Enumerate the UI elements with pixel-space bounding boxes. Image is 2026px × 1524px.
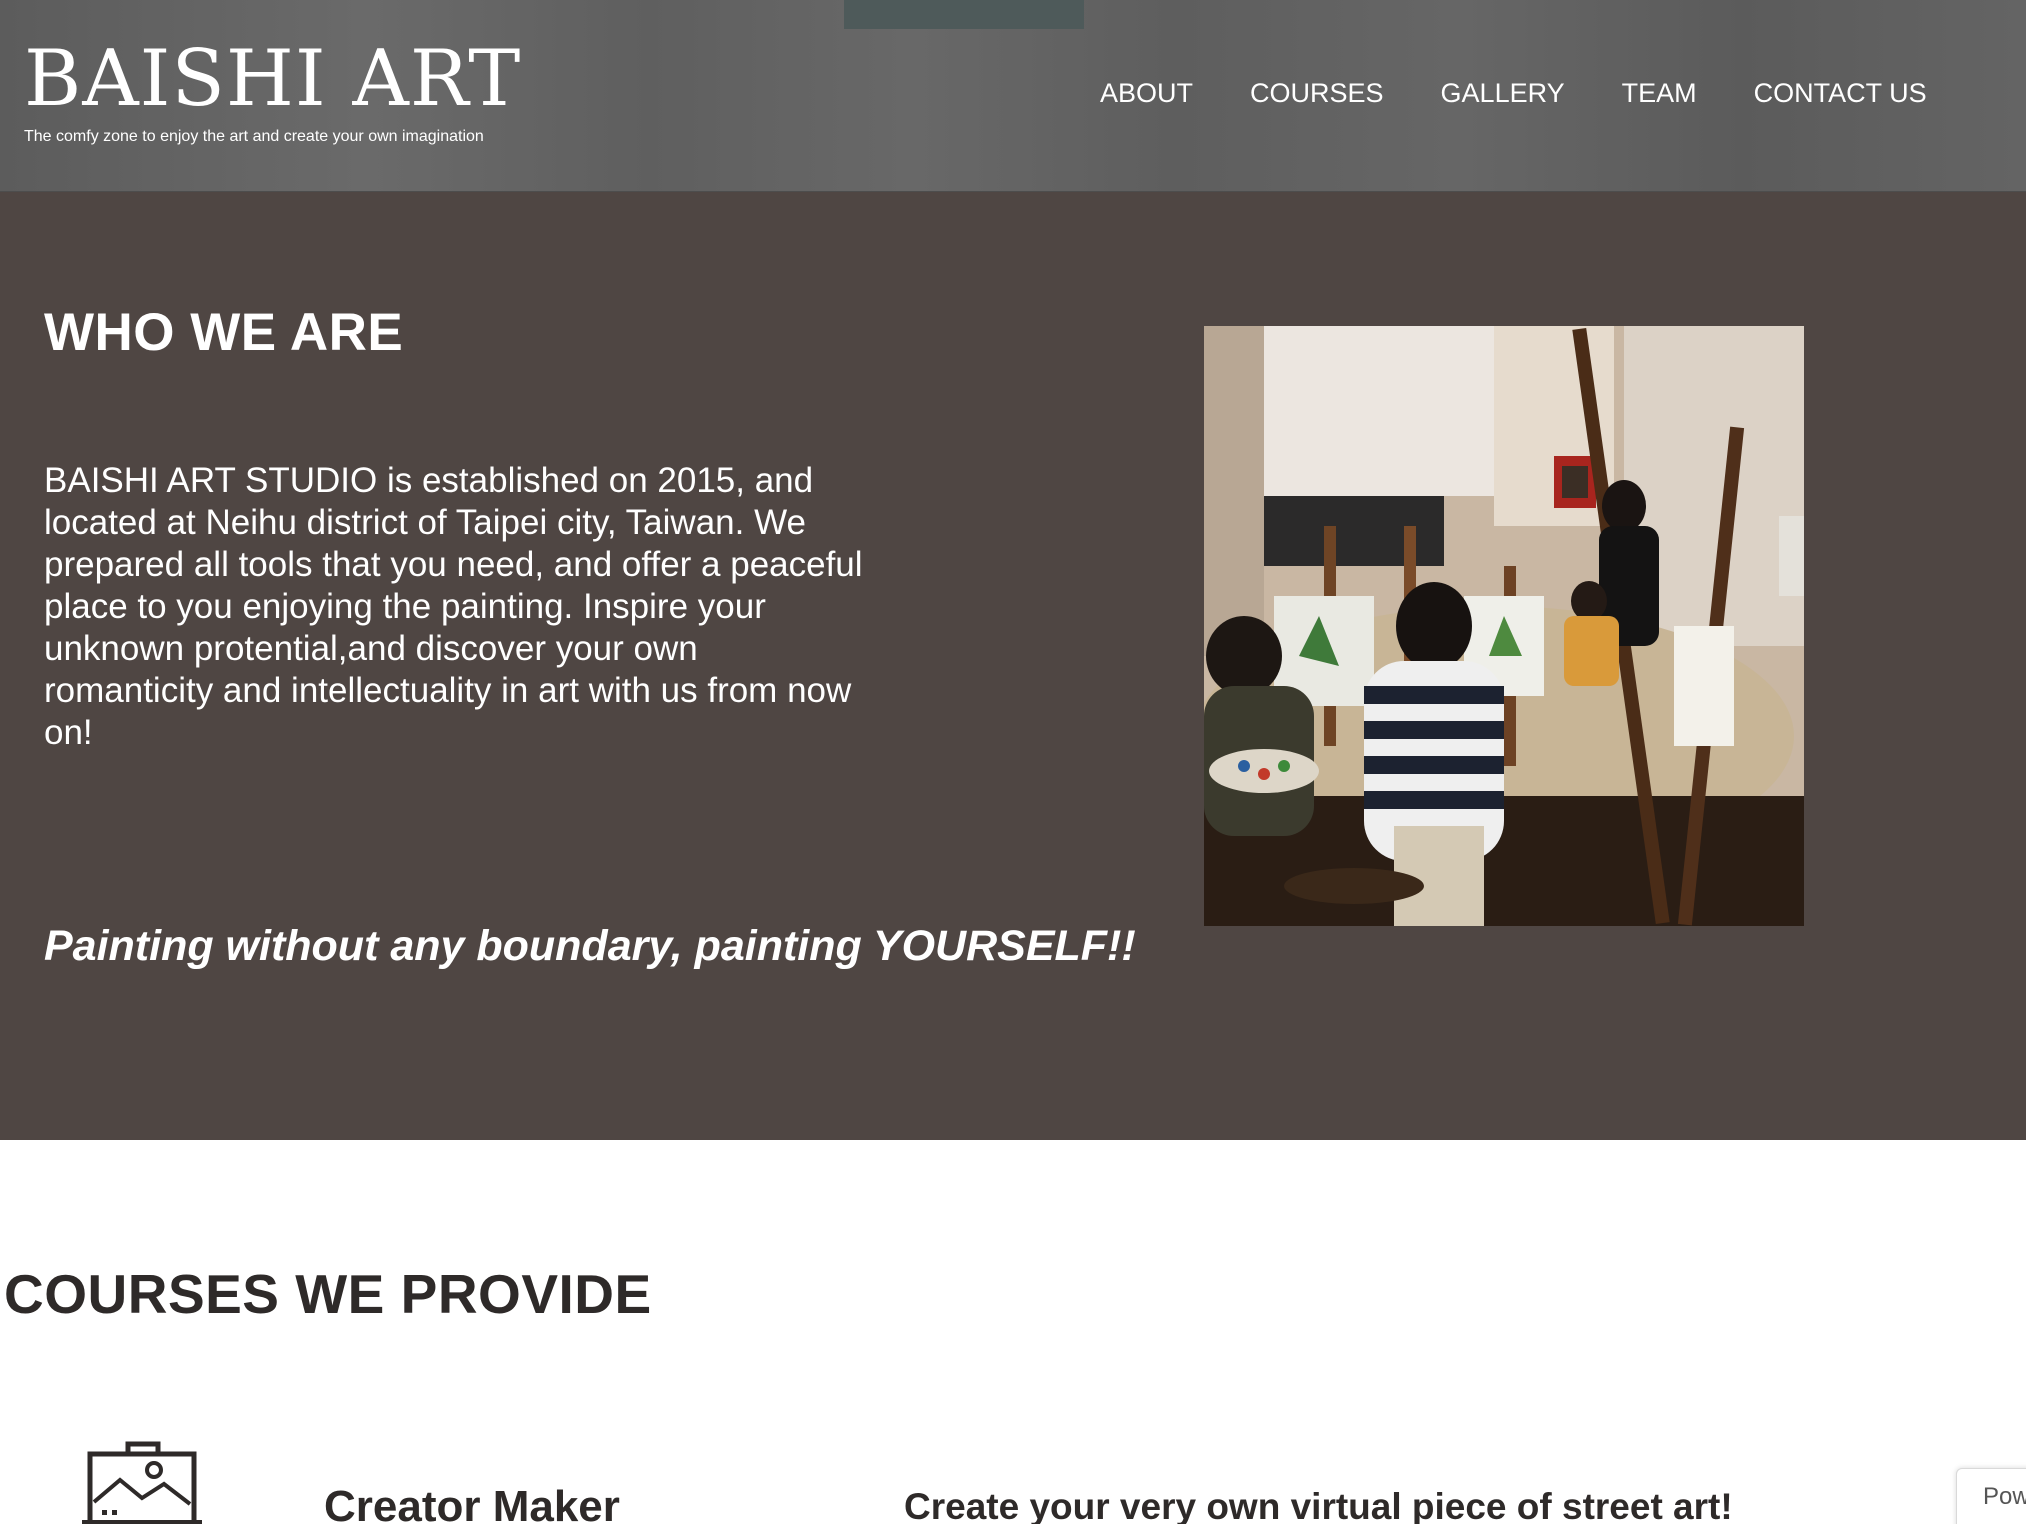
powered-by-badge[interactable]: Pow: [1956, 1468, 2026, 1524]
nav-item-gallery[interactable]: GALLERY: [1441, 76, 1565, 110]
about-text: BAISHI ART STUDIO is established on 2015…: [44, 461, 863, 752]
studio-photo: [1204, 326, 1804, 926]
course-description: Create your very own virtual piece of st…: [904, 1486, 1733, 1524]
about-heading: WHO WE ARE: [44, 303, 404, 362]
brand-title[interactable]: BAISHI ART: [24, 36, 521, 122]
brand[interactable]: BAISHI ART The comfy zone to enjoy the a…: [24, 36, 521, 146]
nav-item-courses[interactable]: COURSES: [1250, 76, 1384, 110]
main-nav: ABOUT COURSES GALLERY TEAM CONTACT US: [1100, 76, 1984, 110]
nav-item-team[interactable]: TEAM: [1622, 76, 1697, 110]
easel-picture-icon: [82, 1440, 202, 1524]
nav-item-about[interactable]: ABOUT: [1100, 76, 1193, 110]
powered-by-label: Pow: [1983, 1483, 2026, 1510]
courses-heading: COURSES WE PROVIDE: [4, 1263, 652, 1325]
about-slogan: Painting without any boundary, painting …: [44, 922, 1136, 970]
about-section: WHO WE ARE BAISHI ART STUDIO is establis…: [0, 192, 2026, 1140]
course-title[interactable]: Creator Maker: [324, 1482, 620, 1524]
header-tab-accent: [844, 0, 1084, 29]
brand-tagline: The comfy zone to enjoy the art and crea…: [24, 128, 484, 145]
nav-item-contact-us[interactable]: CONTACT US: [1754, 76, 1927, 110]
site-header: BAISHI ART The comfy zone to enjoy the a…: [0, 0, 2026, 192]
